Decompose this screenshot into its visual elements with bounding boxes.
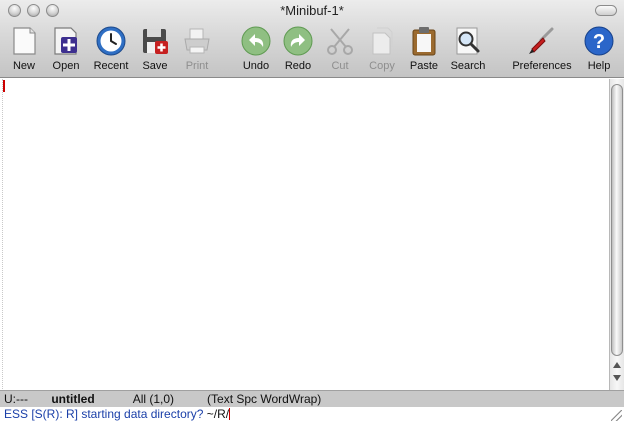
copy-button[interactable]: Copy (366, 25, 398, 77)
new-document-icon (13, 27, 36, 55)
screwdriver-icon (529, 27, 554, 54)
print-button[interactable]: Print (181, 25, 213, 77)
save-disk-icon (143, 29, 168, 54)
redo-label: Redo (284, 60, 312, 72)
minibuffer-prompt: ESS [S(R): R] starting data directory? (4, 407, 207, 421)
modeline-modes[interactable]: (Text Spc WordWrap) (207, 391, 321, 407)
search-label: Search (450, 60, 486, 72)
emacs-window: *Minibuf-1* New Open Recent Save Print U… (0, 0, 624, 423)
copy-icon (372, 27, 393, 55)
new-label: New (12, 60, 35, 72)
minibuffer[interactable]: ESS [S(R): R] starting data directory? ~… (0, 407, 624, 423)
toolbar: New Open Recent Save Print Undo Redo Cut… (0, 25, 624, 77)
preferences-label: Preferences (512, 60, 572, 72)
open-button[interactable]: Open (51, 25, 81, 77)
modeline-buffer-name[interactable]: untitled (51, 391, 129, 407)
save-button[interactable]: Save (140, 25, 170, 77)
undo-arrow-icon (241, 26, 271, 56)
print-label: Print (185, 60, 209, 72)
cut-label: Cut (331, 60, 349, 72)
help-button[interactable]: ? Help (584, 25, 614, 77)
scroll-up-arrow-icon[interactable] (613, 362, 621, 368)
window-title: *Minibuf-1* (280, 3, 344, 18)
toolbar-toggle-button[interactable] (595, 5, 617, 16)
text-editor-area[interactable] (0, 79, 609, 390)
magnifier-icon (456, 27, 480, 55)
left-fringe (2, 79, 3, 389)
help-question-icon: ? (584, 26, 614, 56)
mode-line: U:--- untitled All (1,0) (Text Spc WordW… (0, 390, 624, 407)
scissors-icon (327, 28, 353, 55)
text-cursor (3, 80, 5, 92)
printer-icon (184, 28, 210, 54)
preferences-button[interactable]: Preferences (510, 25, 574, 77)
search-button[interactable]: Search (450, 25, 486, 77)
title-toolbar-area: *Minibuf-1* New Open Recent Save Print U… (0, 0, 624, 78)
paste-button[interactable]: Paste (408, 25, 440, 77)
clock-icon (96, 26, 126, 56)
save-label: Save (142, 60, 168, 72)
paste-label: Paste (409, 60, 439, 72)
undo-label: Undo (242, 60, 270, 72)
recent-label: Recent (93, 60, 129, 72)
minibuffer-input[interactable]: ~/R/ (207, 407, 229, 421)
vertical-scrollbar[interactable] (609, 79, 624, 390)
copy-label: Copy (369, 60, 395, 72)
modeline-position: All (1,0) (132, 392, 175, 406)
clipboard-icon (412, 27, 436, 56)
open-file-icon (54, 27, 77, 55)
redo-arrow-icon (283, 26, 313, 56)
minibuffer-cursor (229, 408, 231, 420)
modeline-status: U:--- (4, 392, 28, 406)
redo-button[interactable]: Redo (282, 25, 314, 77)
scrollbar-thumb[interactable] (611, 84, 623, 356)
undo-button[interactable]: Undo (240, 25, 272, 77)
cut-button[interactable]: Cut (324, 25, 356, 77)
help-label: Help (587, 60, 611, 72)
resize-grip-icon[interactable] (611, 410, 622, 421)
scroll-down-arrow-icon[interactable] (613, 375, 621, 381)
new-button[interactable]: New (9, 25, 39, 77)
open-label: Open (52, 60, 80, 72)
recent-button[interactable]: Recent (93, 25, 129, 77)
svg-text:?: ? (593, 31, 605, 53)
